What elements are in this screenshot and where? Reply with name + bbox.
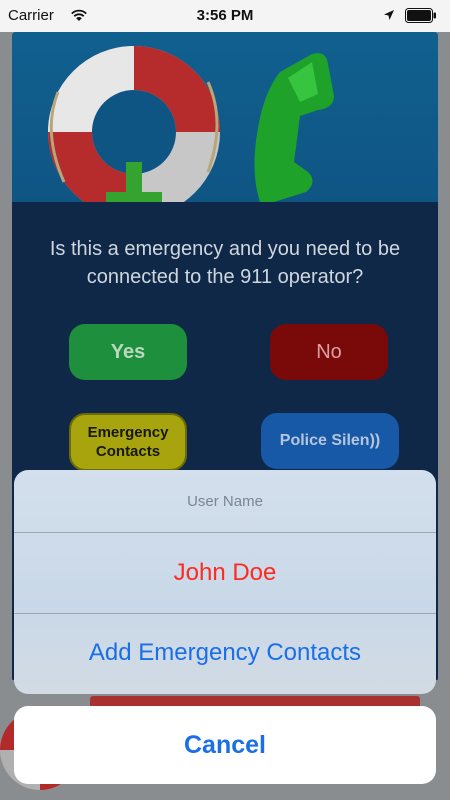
action-john-doe[interactable]: John Doe — [14, 533, 436, 613]
life-ring-icon — [48, 46, 220, 202]
emergency-contacts-button[interactable]: Emergency Contacts — [69, 413, 187, 471]
action-add-emergency-contacts[interactable]: Add Emergency Contacts — [14, 613, 436, 693]
action-sheet: User Name John Doe Add Emergency Contact… — [14, 470, 436, 694]
battery-icon — [405, 8, 436, 23]
location-arrow-icon — [384, 10, 394, 20]
hero-banner — [12, 32, 438, 202]
emergency-question: Is this a emergency and you need to be c… — [49, 238, 401, 288]
yes-button[interactable]: Yes — [69, 324, 187, 380]
phone-handset-icon — [254, 53, 334, 202]
no-button[interactable]: No — [270, 324, 388, 380]
police-siren-button[interactable]: Police Silen)) — [261, 413, 399, 469]
cancel-button[interactable]: Cancel — [14, 706, 436, 784]
status-bar: Carrier 3:56 PM — [0, 0, 450, 32]
action-sheet-title: User Name — [187, 492, 263, 510]
